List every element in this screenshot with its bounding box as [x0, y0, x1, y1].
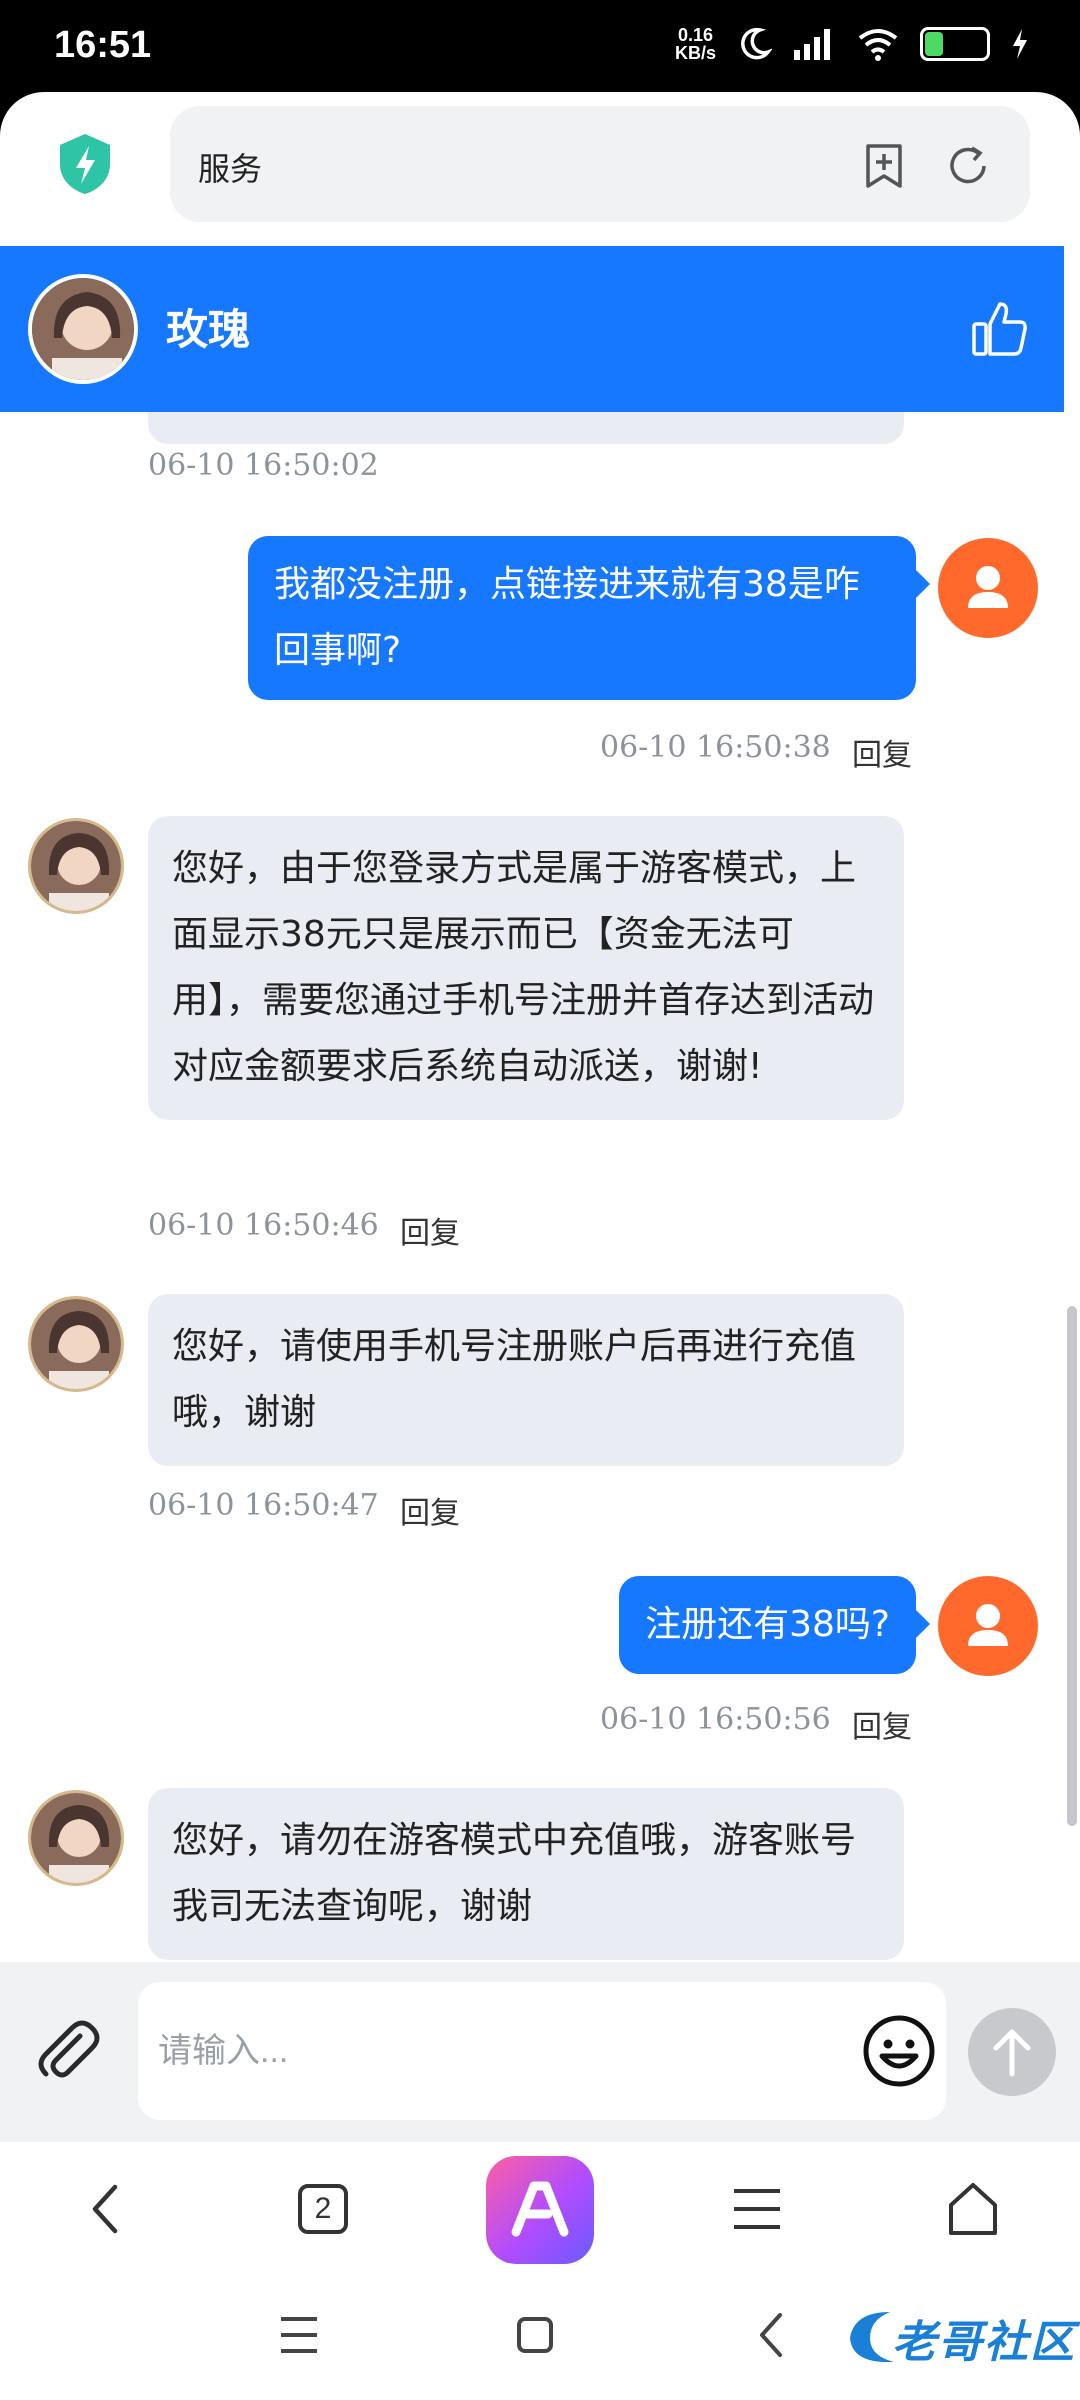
message-timestamp: 06-10 16:50:38 — [600, 730, 831, 765]
recents-icon — [281, 2317, 317, 2353]
status-bar: 16:51 0.16 KB/s 35 — [0, 0, 1080, 96]
watermark-logo: 老哥社区 — [840, 2298, 1080, 2378]
chat-title: 玫瑰 — [166, 306, 251, 353]
reply-link[interactable]: 回复 — [852, 1702, 912, 1746]
message-timestamp: 06-10 16:50:56 — [600, 1702, 831, 1737]
wifi-icon — [858, 29, 898, 61]
message-timestamp: 06-10 16:50:02 — [148, 448, 379, 483]
reply-link[interactable]: 回复 — [400, 1488, 460, 1532]
signal-icon — [794, 29, 830, 60]
message-timestamp: 06-10 16:50:46 — [148, 1208, 379, 1243]
battery-indicator: 35 — [920, 27, 990, 61]
message-timestamp: 06-10 16:50:47 — [148, 1488, 379, 1523]
message-bubble-agent: 您好，请勿在游客模式中充值哦，游客账号 我司无法查询呢，谢谢 — [148, 1788, 904, 1960]
system-navigation-bar: 老哥社区 — [0, 2272, 1080, 2400]
hamburger-menu-icon — [734, 2189, 780, 2229]
address-bar[interactable]: 服务 — [170, 106, 1030, 222]
scrollbar[interactable] — [1064, 246, 1080, 1962]
tab-count: 2 — [298, 2184, 348, 2234]
status-time: 16:51 — [54, 24, 152, 66]
message-bubble-agent: 您好，请使用手机号注册账户后再进行充值哦，谢谢 — [148, 1294, 904, 1466]
refresh-icon[interactable] — [944, 142, 992, 190]
browser-toolbar: 服务 — [0, 92, 1080, 248]
message-bubble-agent — [148, 412, 904, 444]
watermark-text: 老哥社区 — [892, 2318, 1076, 2367]
battery-fill — [925, 32, 944, 56]
message-input-bar — [0, 1962, 1080, 2142]
network-speed: 0.16 KB/s — [674, 25, 716, 63]
message-bubble-user: 注册还有38吗? — [619, 1576, 930, 1674]
system-home-button[interactable] — [500, 2300, 570, 2370]
message-input-box[interactable] — [138, 1982, 946, 2120]
user-avatar — [938, 538, 1038, 638]
chevron-left-icon — [92, 2184, 118, 2234]
send-button[interactable] — [968, 2008, 1056, 2096]
status-icons: 0.16 KB/s 35 — [675, 26, 1030, 62]
battery-level: 35 — [942, 31, 968, 56]
chat-message-list[interactable]: 06-10 16:50:02 我都没注册，点链接进来就有38是咋回事啊? 06-… — [0, 412, 1064, 1962]
menu-button[interactable] — [712, 2164, 802, 2254]
attachment-icon[interactable] — [30, 2014, 106, 2090]
charging-icon — [1013, 29, 1027, 59]
agent-avatar — [28, 274, 138, 384]
security-shield-icon[interactable] — [56, 132, 114, 196]
agent-avatar — [28, 1296, 124, 1392]
square-home-icon — [517, 2317, 553, 2353]
emoji-icon[interactable] — [862, 2014, 936, 2088]
home-button[interactable] — [928, 2164, 1018, 2254]
moon-icon — [741, 27, 772, 60]
reply-link[interactable]: 回复 — [852, 730, 912, 774]
message-input[interactable] — [150, 1982, 850, 2120]
browser-bottom-nav: 2 — [0, 2142, 1080, 2272]
arrow-up-icon — [993, 2029, 1031, 2077]
system-recents-button[interactable] — [264, 2300, 334, 2370]
back-button[interactable] — [60, 2164, 150, 2254]
back-arrow-icon — [760, 2313, 782, 2357]
agent-avatar — [28, 1790, 124, 1886]
tabs-button[interactable]: 2 — [278, 2164, 368, 2254]
scrollbar-thumb[interactable] — [1067, 1306, 1077, 1826]
address-bar-text[interactable]: 服务 — [198, 144, 262, 190]
message-bubble-user: 我都没注册，点链接进来就有38是咋回事啊? — [248, 536, 930, 700]
ai-logo-icon — [511, 2181, 569, 2237]
reply-link[interactable]: 回复 — [400, 1208, 460, 1252]
message-bubble-agent: 您好，由于您登录方式是属于游客模式，上面显示38元只是展示而已【资金无法可用】，… — [148, 816, 904, 1120]
home-icon — [949, 2183, 997, 2235]
agent-avatar — [28, 818, 124, 914]
bookmark-add-icon[interactable] — [860, 142, 908, 190]
chat-header: 玫瑰 — [0, 246, 1064, 412]
thumbs-up-icon[interactable] — [968, 296, 1032, 360]
user-avatar — [938, 1576, 1038, 1676]
ai-assistant-button[interactable] — [486, 2156, 594, 2264]
system-back-button[interactable] — [736, 2300, 806, 2370]
